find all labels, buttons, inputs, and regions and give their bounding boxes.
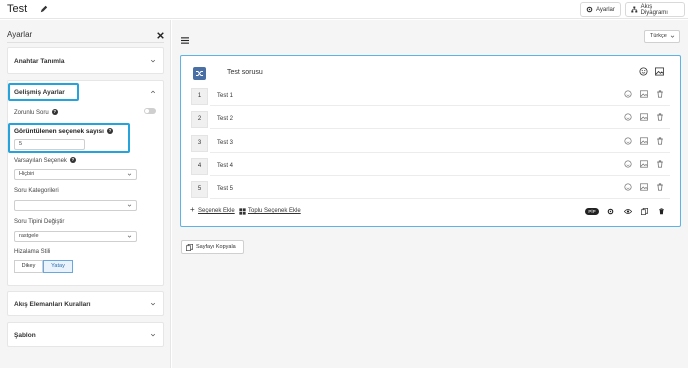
section-template-title: Şablon bbox=[14, 332, 36, 339]
smiley-icon[interactable] bbox=[624, 160, 632, 168]
divider bbox=[7, 42, 164, 43]
required-question-text: Zorunlu Soru bbox=[14, 110, 49, 116]
chevron-down-icon bbox=[150, 59, 156, 63]
image-icon[interactable] bbox=[640, 137, 648, 145]
option-label[interactable]: Test 5 bbox=[217, 186, 233, 192]
smiley-icon[interactable] bbox=[624, 183, 632, 191]
visible-count-label: Görüntülenen seçenek sayısı? bbox=[14, 128, 113, 135]
survey-title: Test bbox=[7, 3, 28, 15]
chevron-down-icon bbox=[670, 35, 675, 38]
divider bbox=[210, 128, 670, 129]
chevron-up-icon[interactable] bbox=[150, 89, 156, 95]
image-icon[interactable] bbox=[640, 183, 648, 191]
image-icon[interactable] bbox=[640, 113, 648, 121]
pencil-icon[interactable] bbox=[40, 5, 48, 13]
question-card bbox=[180, 55, 681, 227]
bulk-add-option-link[interactable]: Toplu Seçenek Ekle bbox=[248, 208, 301, 214]
copy-icon bbox=[186, 243, 193, 251]
divider bbox=[210, 152, 670, 153]
section-keys[interactable]: Anahtar Tanımla bbox=[7, 47, 164, 74]
divider bbox=[210, 175, 670, 176]
help-icon[interactable]: ? bbox=[69, 157, 76, 163]
required-question-toggle[interactable] bbox=[144, 108, 156, 114]
copy-page-button[interactable]: Sayfayı Kopyala bbox=[181, 240, 244, 254]
trash-icon[interactable] bbox=[656, 137, 664, 145]
trash-icon[interactable] bbox=[656, 113, 664, 121]
question-title[interactable]: Test sorusu bbox=[227, 69, 263, 76]
plus-icon: + bbox=[190, 205, 195, 214]
language-select[interactable]: Türkçe bbox=[644, 30, 680, 43]
help-icon[interactable]: ? bbox=[51, 109, 58, 115]
option-number: 3 bbox=[191, 135, 208, 152]
question-type-select[interactable]: rastgele bbox=[14, 231, 137, 242]
chevron-down-icon bbox=[127, 173, 132, 176]
alignment-horizontal-button[interactable]: Yatay bbox=[43, 260, 73, 273]
alignment-label: Hizalama Stili bbox=[14, 249, 51, 255]
divider bbox=[210, 105, 670, 106]
bulk-list-icon bbox=[239, 208, 246, 215]
section-keys-title: Anahtar Tanımla bbox=[14, 58, 65, 65]
chevron-down-icon bbox=[150, 333, 156, 337]
section-flow-rules-title: Akış Elemanları Kuralları bbox=[14, 301, 91, 308]
default-option-select[interactable]: Hiçbiri bbox=[14, 169, 137, 180]
default-option-value: Hiçbiri bbox=[19, 171, 35, 177]
flow-diagram-button[interactable]: Akış Diyagramı bbox=[625, 2, 685, 17]
divider bbox=[210, 198, 670, 199]
visible-count-text: Görüntülenen seçenek sayısı bbox=[14, 128, 104, 135]
add-option-link[interactable]: Seçenek Ekle bbox=[198, 208, 235, 214]
section-flow-rules[interactable]: Akış Elemanları Kuralları bbox=[7, 291, 164, 316]
gear-icon[interactable] bbox=[607, 208, 614, 215]
settings-panel-title: Ayarlar bbox=[7, 30, 33, 39]
image-icon[interactable] bbox=[655, 67, 664, 76]
trash-icon[interactable] bbox=[656, 160, 664, 168]
gear-icon bbox=[586, 6, 593, 13]
smiley-icon[interactable] bbox=[639, 67, 648, 76]
chevron-down-icon bbox=[150, 302, 156, 306]
option-number: 4 bbox=[191, 158, 208, 175]
question-type-icon bbox=[193, 67, 206, 80]
option-label[interactable]: Test 3 bbox=[217, 140, 233, 146]
trash-icon[interactable] bbox=[656, 90, 664, 98]
chevron-down-icon bbox=[127, 204, 132, 207]
option-label[interactable]: Test 2 bbox=[217, 116, 233, 122]
pip-badge[interactable]: PİP bbox=[585, 208, 599, 215]
section-template[interactable]: Şablon bbox=[7, 322, 164, 347]
option-number: 5 bbox=[191, 181, 208, 198]
default-option-text: Varsayılan Seçenek bbox=[14, 158, 67, 164]
trash-icon[interactable] bbox=[656, 183, 664, 191]
trash-icon[interactable] bbox=[658, 208, 665, 215]
menu-icon[interactable] bbox=[181, 37, 189, 44]
help-icon[interactable]: ? bbox=[106, 128, 113, 134]
close-icon[interactable] bbox=[157, 32, 164, 39]
alignment-vertical-button[interactable]: Dikey bbox=[14, 260, 43, 273]
language-value: Türkçe bbox=[650, 33, 667, 39]
question-type-label: Soru Tipini Değiştir bbox=[14, 219, 65, 225]
eye-icon[interactable] bbox=[624, 208, 632, 215]
option-label[interactable]: Test 1 bbox=[217, 93, 233, 99]
settings-button[interactable]: Ayarlar bbox=[580, 2, 621, 17]
category-select[interactable] bbox=[14, 200, 137, 211]
required-question-label: Zorunlu Soru? bbox=[14, 109, 58, 116]
flow-diagram-button-label: Akış Diyagramı bbox=[640, 3, 668, 16]
option-number: 2 bbox=[191, 111, 208, 128]
smiley-icon[interactable] bbox=[624, 137, 632, 145]
smiley-icon[interactable] bbox=[624, 113, 632, 121]
sitemap-icon bbox=[631, 6, 638, 13]
image-icon[interactable] bbox=[640, 90, 648, 98]
category-label: Soru Kategorileri bbox=[14, 188, 59, 194]
question-type-value: rastgele bbox=[19, 233, 39, 239]
visible-count-input[interactable]: 5 bbox=[14, 139, 85, 150]
default-option-label: Varsayılan Seçenek? bbox=[14, 157, 76, 164]
chevron-down-icon bbox=[127, 235, 132, 238]
top-bar: Test Ayarlar Akış Diyagramı bbox=[0, 0, 688, 19]
highlight-advanced bbox=[8, 83, 79, 101]
smiley-icon[interactable] bbox=[624, 90, 632, 98]
option-label[interactable]: Test 4 bbox=[217, 163, 233, 169]
settings-button-label: Ayarlar bbox=[596, 6, 615, 13]
copy-icon[interactable] bbox=[641, 208, 648, 215]
option-number: 1 bbox=[191, 88, 208, 105]
image-icon[interactable] bbox=[640, 160, 648, 168]
copy-page-label: Sayfayı Kopyala bbox=[196, 244, 236, 250]
shuffle-icon bbox=[196, 71, 203, 76]
